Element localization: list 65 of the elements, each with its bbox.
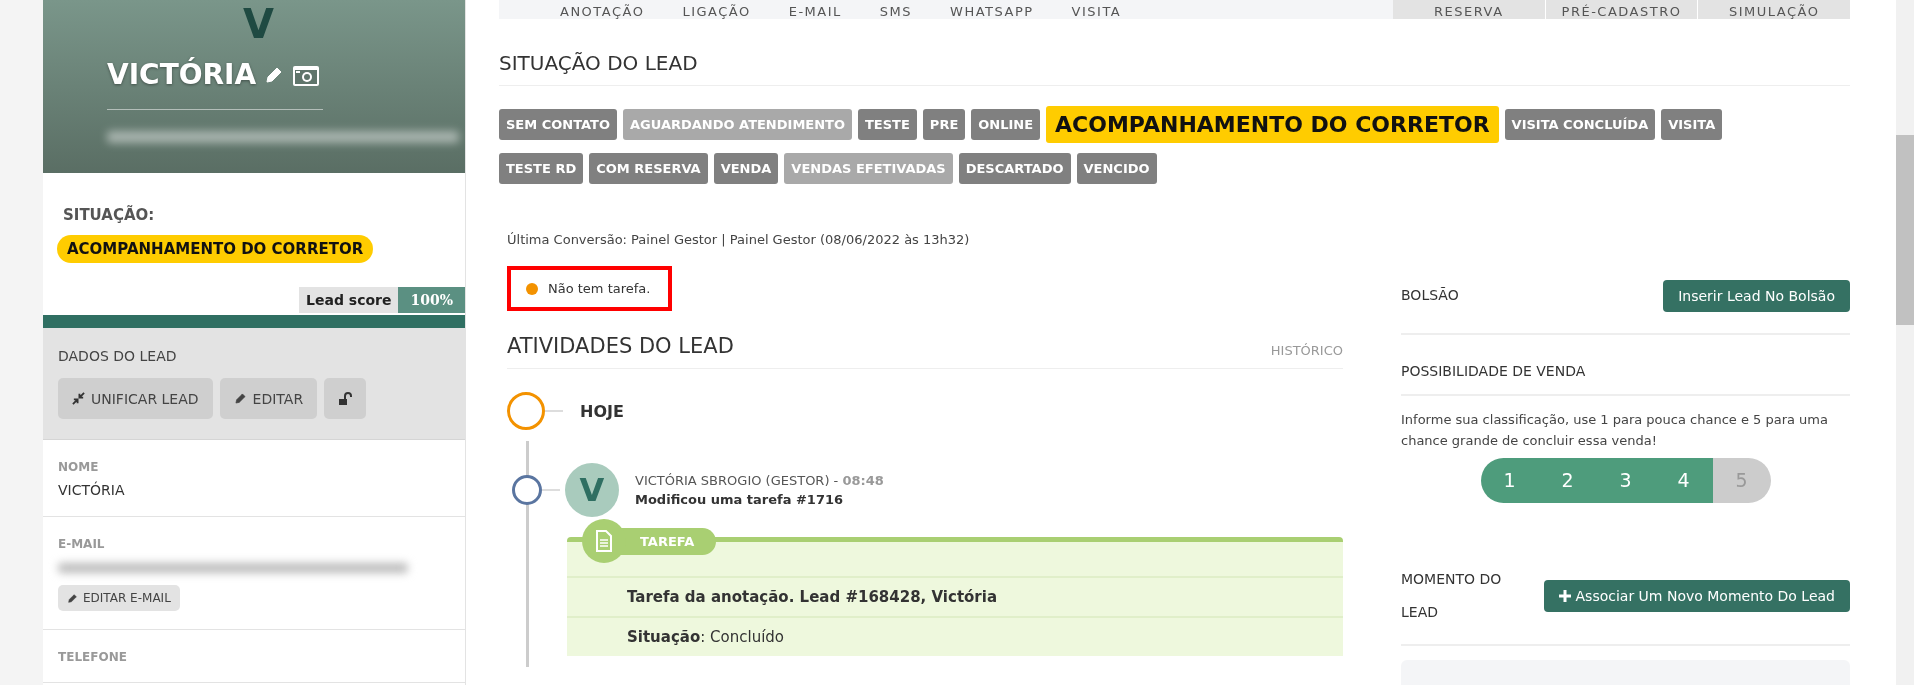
action-tab[interactable]: VISITA (1052, 0, 1141, 19)
action-tab[interactable]: WHATSAPP (931, 0, 1053, 19)
timeline-marker (512, 475, 542, 505)
section-title: POSSIBILIDADE DE VENDA (1401, 361, 1586, 381)
lead-name: VICTÓRIA (107, 58, 257, 91)
action-tab[interactable]: E-MAIL (769, 0, 861, 19)
edit-email-button[interactable]: EDITAR E-MAIL (58, 585, 180, 611)
task-notice: Não tem tarefa. (548, 281, 651, 296)
last-conversion: Última Conversão: Painel Gestor | Painel Gestor (08/06/2022 às 13h32) (507, 232, 971, 247)
status-option[interactable]: SEM CONTATO (499, 109, 617, 140)
action-tab[interactable]: LIGAÇÃO (663, 0, 770, 19)
status-option[interactable]: COM RESERVA (589, 153, 708, 184)
section-title: SITUAÇÃO DO LEAD (499, 19, 1850, 86)
status-option[interactable]: ONLINE (971, 109, 1041, 140)
history-link[interactable]: HISTÓRICO (1270, 343, 1343, 358)
status-option[interactable]: VENDA (713, 153, 779, 184)
task-title: Tarefa da anotação. Lead #168428, Victória (567, 576, 1343, 616)
activity-action: Modificou uma tarefa #1716 (635, 492, 845, 507)
side-tab[interactable]: PRÉ-CADASTRO (1544, 0, 1698, 19)
activity-author: VICTÓRIA SBROGIO (GESTOR) - 08:48 (635, 473, 884, 488)
add-moment-button[interactable]: Associar Um Novo Momento Do Lead (1543, 580, 1850, 613)
lead-score-value: 100% (398, 287, 465, 313)
field-value: VICTÓRIA (58, 482, 126, 498)
merge-arrows-icon (72, 392, 85, 405)
action-tab[interactable]: SMS (860, 0, 932, 19)
field-label: NOME (58, 460, 100, 474)
section-title: ATIVIDADES DO LEAD (507, 334, 734, 358)
unlock-icon (338, 391, 353, 406)
insert-bolsao-button[interactable]: Inserir Lead No Bolsão (1663, 279, 1850, 312)
section-title: DADOS DO LEAD (58, 348, 178, 364)
plus-icon (1558, 590, 1571, 603)
section-title: MOMENTO DO LEAD (1401, 569, 1503, 623)
status-option[interactable]: ACOMPANHAMENTO DO CORRETOR (1046, 106, 1499, 143)
edit-button[interactable]: EDITAR (219, 378, 318, 419)
action-tab[interactable]: ANOTAÇÃO (541, 0, 664, 19)
day-marker (507, 392, 545, 430)
status-option[interactable]: PRE (922, 109, 966, 140)
side-tab[interactable]: SIMULAÇÃO (1697, 0, 1850, 19)
task-status: Situação: Concluído (567, 616, 1343, 656)
lead-score-label: Lead score (299, 287, 399, 313)
scrollbar-thumb[interactable] (1896, 135, 1914, 325)
status-option[interactable]: VISITA (1661, 109, 1723, 140)
status-option[interactable]: TESTE (858, 109, 917, 140)
pencil-icon[interactable] (67, 592, 78, 604)
status-option[interactable]: VISITA CONCLUÍDA (1504, 109, 1656, 140)
lock-button[interactable] (324, 378, 367, 419)
pencil-icon[interactable] (233, 392, 247, 405)
status-option[interactable]: VENCIDO (1076, 153, 1157, 184)
status-badge: ACOMPANHAMENTO DO CORRETOR (57, 235, 374, 263)
status-option[interactable]: DESCARTADO (958, 153, 1071, 184)
field-label: TELEFONE (58, 650, 128, 664)
status-option[interactable]: TESTE RD (499, 153, 584, 184)
monogram: V (243, 4, 274, 44)
rating-option[interactable]: 3 (1596, 457, 1655, 503)
avatar: V (565, 463, 619, 517)
field-label: E-MAIL (58, 537, 106, 551)
status-label: SITUAÇÃO: (63, 206, 155, 224)
rating-option[interactable]: 1 (1480, 457, 1539, 503)
side-tab[interactable]: RESERVA (1393, 0, 1545, 19)
merge-lead-button[interactable]: UNIFICAR LEAD (58, 378, 213, 419)
section-title: BOLSÃO (1401, 286, 1459, 305)
rating-hint: Informe sua classificação, use 1 para pouca chance e 5 para uma chance grande de concluir essa venda! (1401, 411, 1829, 450)
rating-option[interactable]: 2 (1538, 457, 1597, 503)
rating-option[interactable]: 4 (1654, 457, 1713, 503)
day-label: HOJE (580, 401, 624, 421)
